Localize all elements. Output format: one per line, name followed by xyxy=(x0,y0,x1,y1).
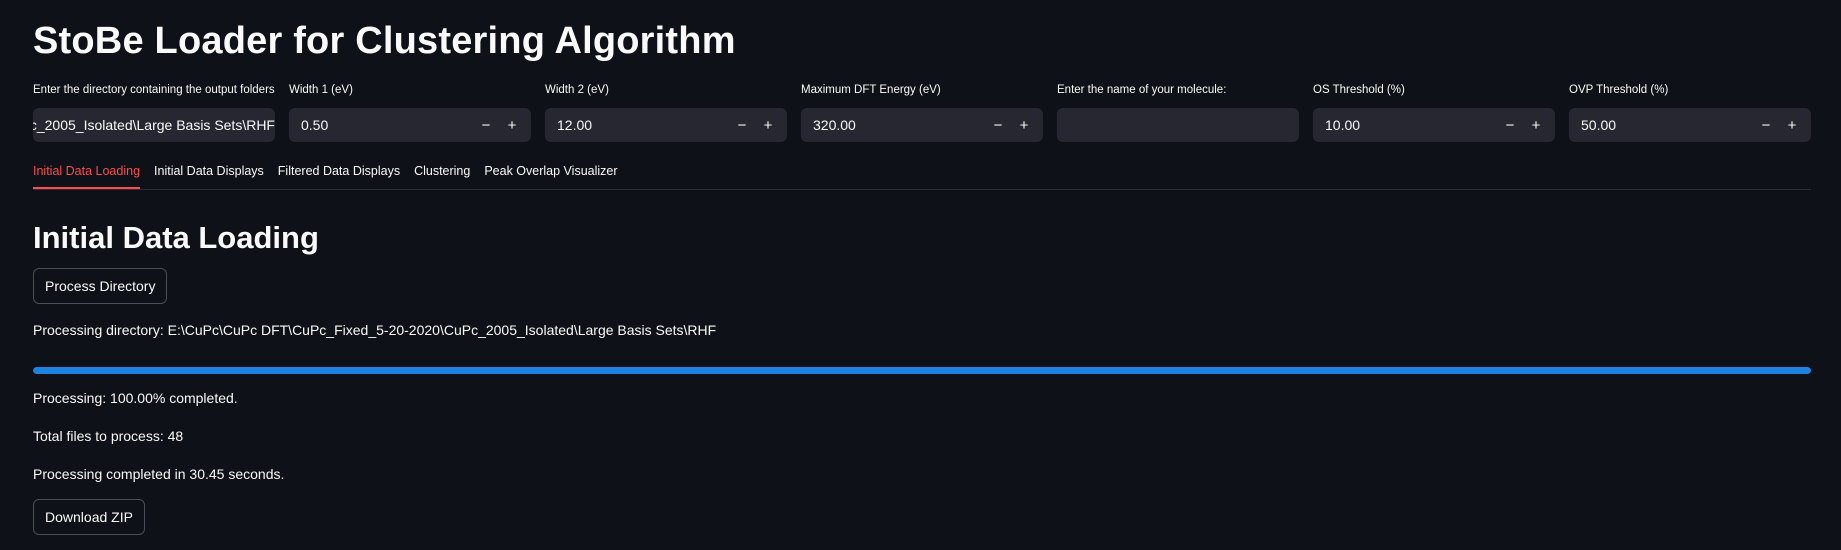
width2-field: Width 2 (eV) 12.00 − + xyxy=(545,82,787,142)
process-directory-button[interactable]: Process Directory xyxy=(33,268,168,304)
tab-clustering[interactable]: Clustering xyxy=(414,160,470,188)
width2-label: Width 2 (eV) xyxy=(545,84,609,96)
parameters-row: Enter the directory containing the outpu… xyxy=(33,82,1811,142)
max-dft-energy-field: Maximum DFT Energy (eV) 320.00 − + xyxy=(801,82,1043,142)
width2-number-input[interactable]: 12.00 − + xyxy=(545,108,787,142)
ovp-threshold-label: OVP Threshold (%) xyxy=(1569,84,1669,96)
width1-increment-button[interactable]: + xyxy=(499,108,525,142)
section-heading: Initial Data Loading xyxy=(33,220,319,255)
max-dft-energy-decrement-button[interactable]: − xyxy=(985,108,1011,142)
os-threshold-label: OS Threshold (%) xyxy=(1313,84,1405,96)
os-threshold-field: OS Threshold (%) 10.00 − + xyxy=(1313,82,1555,142)
directory-field: Enter the directory containing the outpu… xyxy=(33,82,275,142)
width1-decrement-button[interactable]: − xyxy=(473,108,499,142)
max-dft-energy-label: Maximum DFT Energy (eV) xyxy=(801,84,941,96)
download-zip-button[interactable]: Download ZIP xyxy=(33,499,145,535)
molecule-label: Enter the name of your molecule: xyxy=(1057,84,1227,96)
ovp-threshold-number-input[interactable]: 50.00 − + xyxy=(1569,108,1811,142)
page-title: StoBe Loader for Clustering Algorithm xyxy=(33,20,736,62)
max-dft-energy-increment-button[interactable]: + xyxy=(1011,108,1037,142)
progress-status-text: Processing: 100.00% completed. xyxy=(33,390,238,406)
app-root: StoBe Loader for Clustering Algorithm En… xyxy=(0,0,1841,550)
width1-label: Width 1 (eV) xyxy=(289,84,353,96)
tab-initial-data-loading[interactable]: Initial Data Loading xyxy=(33,160,141,189)
width1-number-input[interactable]: 0.50 − + xyxy=(289,108,531,142)
progress-bar-fill xyxy=(33,367,1811,374)
ovp-threshold-increment-button[interactable]: + xyxy=(1779,108,1805,142)
max-dft-energy-value[interactable]: 320.00 xyxy=(801,117,985,133)
molecule-field: Enter the name of your molecule: xyxy=(1057,82,1299,142)
tab-filtered-data-displays[interactable]: Filtered Data Displays xyxy=(278,160,400,188)
progress-bar xyxy=(33,367,1811,374)
width1-field: Width 1 (eV) 0.50 − + xyxy=(289,82,531,142)
molecule-input[interactable] xyxy=(1057,108,1299,142)
completion-time-text: Processing completed in 30.45 seconds. xyxy=(33,466,285,482)
ovp-threshold-field: OVP Threshold (%) 50.00 − + xyxy=(1569,82,1811,142)
directory-input-value[interactable]: E:\CuPc\CuPc DFT\CuPc_Fixed_5-20-2020\Cu… xyxy=(33,117,275,133)
tab-peak-overlap-visualizer[interactable]: Peak Overlap Visualizer xyxy=(484,160,617,188)
os-threshold-increment-button[interactable]: + xyxy=(1523,108,1549,142)
width2-decrement-button[interactable]: − xyxy=(729,108,755,142)
tab-bar: Initial Data Loading Initial Data Displa… xyxy=(33,160,1811,190)
tab-initial-data-displays[interactable]: Initial Data Displays xyxy=(154,160,264,188)
processing-directory-text: Processing directory: E:\CuPc\CuPc DFT\C… xyxy=(33,322,717,338)
width2-value[interactable]: 12.00 xyxy=(545,117,729,133)
ovp-threshold-value[interactable]: 50.00 xyxy=(1569,117,1753,133)
width1-value[interactable]: 0.50 xyxy=(289,117,473,133)
os-threshold-value[interactable]: 10.00 xyxy=(1313,117,1497,133)
width2-increment-button[interactable]: + xyxy=(755,108,781,142)
directory-label: Enter the directory containing the outpu… xyxy=(33,84,275,96)
os-threshold-decrement-button[interactable]: − xyxy=(1497,108,1523,142)
ovp-threshold-decrement-button[interactable]: − xyxy=(1753,108,1779,142)
os-threshold-number-input[interactable]: 10.00 − + xyxy=(1313,108,1555,142)
directory-input[interactable]: E:\CuPc\CuPc DFT\CuPc_Fixed_5-20-2020\Cu… xyxy=(33,108,275,142)
total-files-text: Total files to process: 48 xyxy=(33,428,184,444)
max-dft-energy-number-input[interactable]: 320.00 − + xyxy=(801,108,1043,142)
